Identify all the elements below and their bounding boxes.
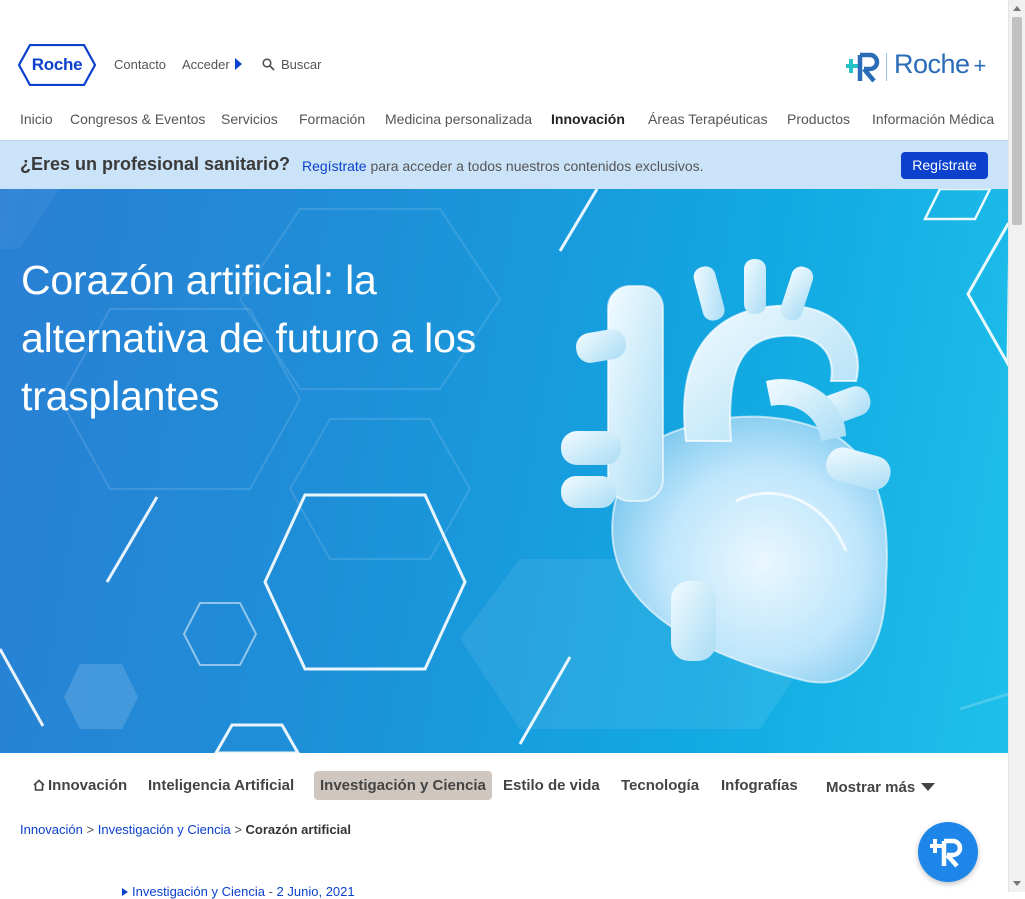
roche-plus-r-icon xyxy=(930,838,963,868)
breadcrumb-innovacion[interactable]: Innovación xyxy=(20,822,83,837)
nav-item-innovacion[interactable]: Innovación xyxy=(551,111,625,127)
subnav-infografias[interactable]: Infografías xyxy=(721,777,798,794)
scrollbar-thumb[interactable] xyxy=(1012,17,1022,225)
breadcrumb-separator: > xyxy=(234,822,242,837)
banner-message: Regístrate para acceder a todos nuestros… xyxy=(302,158,704,174)
chevron-down-icon xyxy=(921,783,936,791)
subnav-home[interactable]: Innovación xyxy=(33,777,127,794)
subnav-home-label: Innovación xyxy=(48,777,128,794)
search-label: Buscar xyxy=(281,57,322,72)
breadcrumb-separator: > xyxy=(86,822,95,837)
nav-item-productos[interactable]: Productos xyxy=(787,111,850,127)
login-link[interactable]: Acceder xyxy=(182,57,242,72)
nav-item-areas[interactable]: Áreas Terapéuticas xyxy=(648,111,768,127)
roche-plus-logo[interactable]: Roche + xyxy=(846,47,986,85)
top-header: Roche Contacto Acceder Buscar Roche + Ini… xyxy=(0,0,1008,140)
breadcrumb: Innovación > Investigación y Ciencia > C… xyxy=(20,822,351,837)
subnav-ia[interactable]: Inteligencia Artificial xyxy=(148,777,294,794)
hero-title: Corazón artificial: la alternativa de fu… xyxy=(21,257,476,419)
roche-plus-chat-button[interactable] xyxy=(918,822,978,882)
home-icon xyxy=(33,779,45,791)
nav-item-medicina[interactable]: Medicina personalizada xyxy=(385,111,532,127)
subnav-tecnologia[interactable]: Tecnología xyxy=(621,777,699,794)
nav-item-inicio[interactable]: Inicio xyxy=(20,111,53,127)
roche-logo[interactable]: Roche xyxy=(18,44,96,86)
banner-message-text: para acceder a todos nuestros contenidos… xyxy=(366,158,704,174)
nav-item-servicios[interactable]: Servicios xyxy=(221,111,278,127)
professional-banner: ¿Eres un profesional sanitario? Regístra… xyxy=(0,140,1008,189)
arrow-right-icon xyxy=(234,58,242,70)
search-link[interactable]: Buscar xyxy=(262,57,321,72)
subnav-estilo[interactable]: Estilo de vida xyxy=(503,777,600,794)
show-more-button[interactable]: Mostrar más xyxy=(826,779,936,796)
show-more-label: Mostrar más xyxy=(826,779,916,796)
roche-plus-text: Roche + xyxy=(894,49,986,79)
scroll-up-icon[interactable] xyxy=(1013,6,1021,11)
main-nav: Inicio Congresos & Eventos Servicios For… xyxy=(20,111,1000,131)
roche-plus-r-icon xyxy=(846,52,880,83)
nav-item-formacion[interactable]: Formación xyxy=(299,111,365,127)
contact-link[interactable]: Contacto xyxy=(114,57,166,72)
section-subnav: Innovación Inteligencia Artificial Inves… xyxy=(0,753,1008,815)
subnav-investigacion[interactable]: Investigación y Ciencia xyxy=(314,771,492,800)
scroll-down-icon[interactable] xyxy=(1013,881,1021,886)
register-link[interactable]: Regístrate xyxy=(302,158,367,174)
page-scrollbar[interactable] xyxy=(1008,0,1025,892)
search-icon xyxy=(262,58,275,71)
nav-item-congresos[interactable]: Congresos & Eventos xyxy=(70,111,205,127)
chevron-right-icon xyxy=(122,888,128,896)
banner-question: ¿Eres un profesional sanitario? xyxy=(20,154,291,174)
heart-illustration xyxy=(561,259,891,684)
register-button[interactable]: Regístrate xyxy=(901,152,988,179)
nav-item-informacion[interactable]: Información Médica xyxy=(872,111,994,127)
login-label: Acceder xyxy=(182,57,230,72)
logo-text: Roche xyxy=(31,55,83,74)
hero-banner: Corazón artificial: la alternativa de fu… xyxy=(0,189,1008,753)
breadcrumb-current: Corazón artificial xyxy=(245,822,352,837)
roche-plus-divider xyxy=(886,53,887,81)
breadcrumb-investigacion[interactable]: Investigación y Ciencia xyxy=(98,822,231,837)
